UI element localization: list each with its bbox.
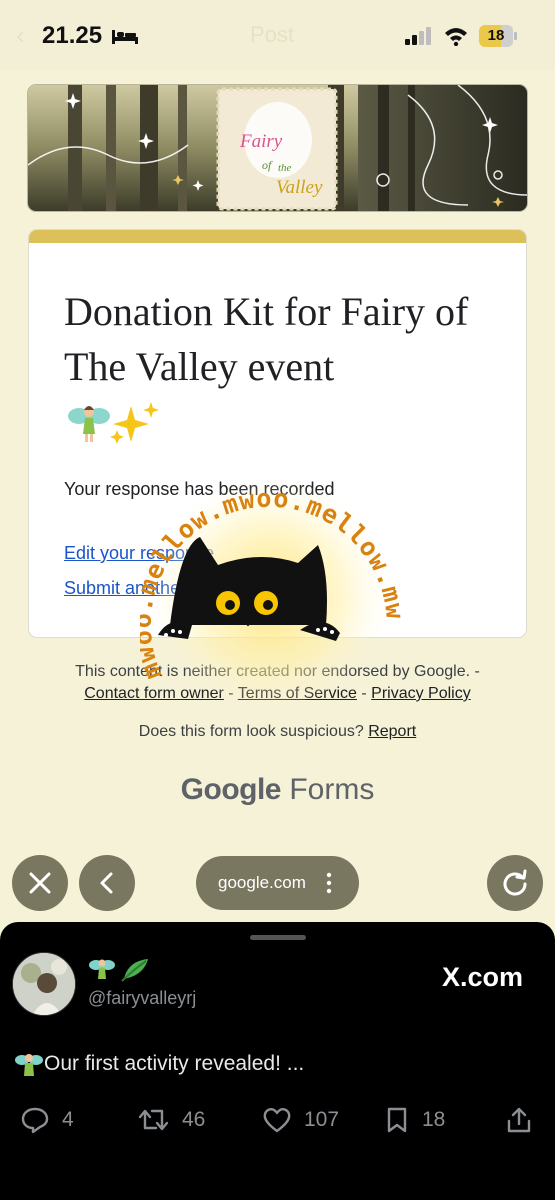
footer-separator: - — [223, 685, 238, 702]
contact-owner-link[interactable]: Contact form owner — [84, 685, 224, 702]
privacy-link[interactable]: Privacy Policy — [371, 685, 471, 702]
url-bar[interactable]: google.com — [196, 856, 359, 910]
post-preview-sheet: @fairyvalleyrj X.com Our first activity … — [0, 922, 555, 1200]
forms-wordmark: Forms — [289, 773, 375, 806]
suspicious-notice: Does this form look suspicious? Report — [0, 723, 555, 741]
report-link[interactable]: Report — [368, 723, 416, 740]
signal-icon — [405, 27, 431, 45]
battery-indicator: 18 — [479, 25, 517, 47]
submit-another-response-link[interactable]: Submit another response — [64, 578, 265, 599]
faded-back-icon: ‹ — [16, 20, 25, 50]
like-action[interactable]: 107 — [262, 1106, 339, 1134]
google-wordmark: Google — [180, 773, 282, 806]
repost-count: 46 — [182, 1108, 206, 1131]
repost-action[interactable]: 46 — [138, 1106, 205, 1134]
display-name-emoji — [89, 959, 148, 982]
avatar[interactable] — [12, 952, 76, 1016]
card-accent-bar — [29, 230, 526, 243]
form-response-card: Donation Kit for Fairy of The Valley eve… — [28, 229, 527, 638]
url-text: google.com — [218, 873, 306, 892]
banner-word-fairy: Fairy — [239, 131, 283, 152]
form-disclaimer: This content is neither created nor endo… — [75, 663, 480, 680]
reply-count: 4 — [62, 1108, 74, 1131]
suspicious-text: Does this form look suspicious? — [138, 723, 364, 740]
footer-separator: - — [356, 685, 372, 702]
bookmark-action[interactable]: 18 — [384, 1106, 445, 1134]
footer-links: Contact form owner - Terms of Service - … — [0, 685, 555, 703]
terms-link[interactable]: Terms of Service — [238, 685, 357, 702]
reply-action[interactable]: 4 — [20, 1106, 74, 1134]
response-recorded-message: Your response has been recorded — [64, 479, 335, 499]
reload-button[interactable] — [487, 855, 543, 911]
battery-level: 18 — [487, 27, 505, 44]
more-options-icon[interactable] — [326, 872, 332, 894]
bookmark-icon — [387, 1107, 407, 1133]
status-bar: ‹ 21.25 Post 18 — [0, 0, 555, 70]
sheet-drag-handle[interactable] — [250, 935, 306, 940]
banner-word-the: the — [278, 162, 292, 174]
chevron-left-icon — [100, 872, 113, 894]
banner-word-valley: Valley — [276, 177, 323, 198]
post-text: Our first activity revealed! ... — [44, 1052, 305, 1075]
status-time: 21.25 — [42, 22, 103, 49]
form-header-banner: Fairy of the Valley — [27, 84, 528, 212]
heart-icon — [263, 1108, 291, 1133]
google-forms-logo: Google Forms — [0, 773, 555, 807]
fairy-sparkles-emoji — [68, 402, 159, 444]
user-handle[interactable]: @fairyvalleyrj — [88, 988, 196, 1009]
fairy-emoji-icon — [15, 1054, 43, 1076]
back-button[interactable] — [79, 855, 135, 911]
form-title: Donation Kit for Fairy of The Valley eve… — [64, 289, 469, 389]
bookmark-count: 18 — [422, 1108, 446, 1131]
share-icon[interactable] — [506, 1106, 532, 1134]
close-icon — [29, 872, 51, 894]
like-count: 107 — [304, 1108, 340, 1131]
source-label[interactable]: X.com — [442, 962, 523, 993]
close-button[interactable] — [12, 855, 68, 911]
reply-icon — [21, 1107, 49, 1134]
bed-icon — [112, 30, 138, 44]
reload-icon — [503, 869, 527, 896]
faded-page-title: Post — [250, 22, 295, 47]
edit-response-link[interactable]: Edit your response — [64, 543, 214, 564]
wifi-icon — [445, 28, 467, 46]
repost-icon — [138, 1109, 169, 1131]
